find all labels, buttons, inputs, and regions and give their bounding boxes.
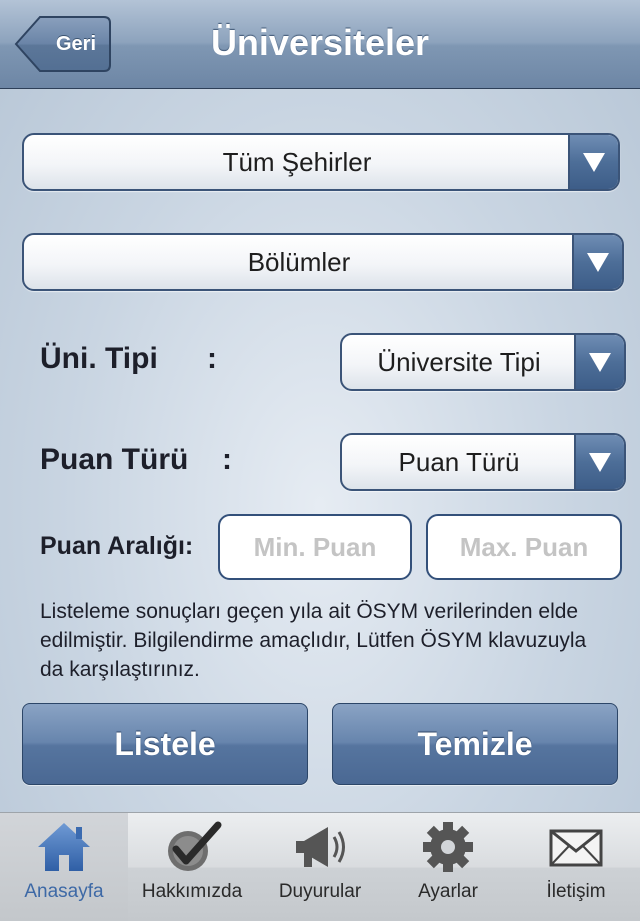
tab-contact[interactable]: İletişim [512, 813, 640, 921]
score-type-dropdown[interactable]: Puan Türü [340, 433, 626, 491]
tab-about[interactable]: Hakkımızda [128, 813, 256, 921]
score-type-colon: : [222, 443, 232, 476]
back-button[interactable]: Geri [14, 15, 112, 73]
chevron-down-icon [574, 435, 624, 489]
list-button[interactable]: Listele [22, 703, 308, 785]
uni-type-dropdown[interactable]: Üniversite Tipi [340, 333, 626, 391]
chevron-down-icon [574, 335, 624, 389]
department-dropdown-value: Bölümler [247, 247, 351, 277]
clear-button[interactable]: Temizle [332, 703, 618, 785]
tab-settings-label: Ayarlar [418, 881, 478, 902]
tab-announcements-label: Duyurular [278, 881, 362, 902]
score-type-dropdown-value: Puan Türü [398, 447, 520, 477]
score-type-label: Puan Türü [40, 443, 189, 476]
score-range-label: Puan Aralığı: [40, 532, 194, 560]
checkmark-icon [168, 821, 222, 871]
uni-type-colon: : [207, 342, 217, 375]
home-icon [38, 823, 90, 871]
back-button-label: Geri [55, 33, 97, 55]
tab-settings[interactable]: Ayarlar [384, 813, 512, 921]
uni-type-label: Üni. Tipi [40, 342, 158, 375]
page-title: Üniversiteler [210, 22, 430, 63]
navigation-bar: Geri Üniversiteler [0, 0, 640, 89]
info-note: Listeleme sonuçları geçen yıla ait ÖSYM … [40, 600, 587, 681]
chevron-down-icon [568, 135, 618, 189]
tab-home[interactable]: Anasayfa [0, 813, 128, 921]
gear-icon [423, 822, 473, 872]
tab-home-label: Anasayfa [24, 881, 104, 902]
megaphone-icon [296, 827, 345, 867]
tab-announcements[interactable]: Duyurular [256, 813, 384, 921]
chevron-down-icon [572, 235, 622, 289]
max-score-input[interactable] [426, 514, 622, 580]
tab-bar: Anasayfa Hakkımızda Duyurular Ayarlar İl… [0, 812, 640, 921]
tab-about-label: Hakkımızda [141, 881, 243, 902]
tab-contact-label: İletişim [546, 881, 606, 902]
uni-type-dropdown-value: Üniversite Tipi [377, 347, 541, 377]
department-dropdown[interactable]: Bölümler [22, 233, 624, 291]
envelope-icon [549, 829, 603, 867]
city-dropdown[interactable]: Tüm Şehirler [22, 133, 620, 191]
min-score-input[interactable] [218, 514, 412, 580]
city-dropdown-value: Tüm Şehirler [222, 147, 372, 177]
